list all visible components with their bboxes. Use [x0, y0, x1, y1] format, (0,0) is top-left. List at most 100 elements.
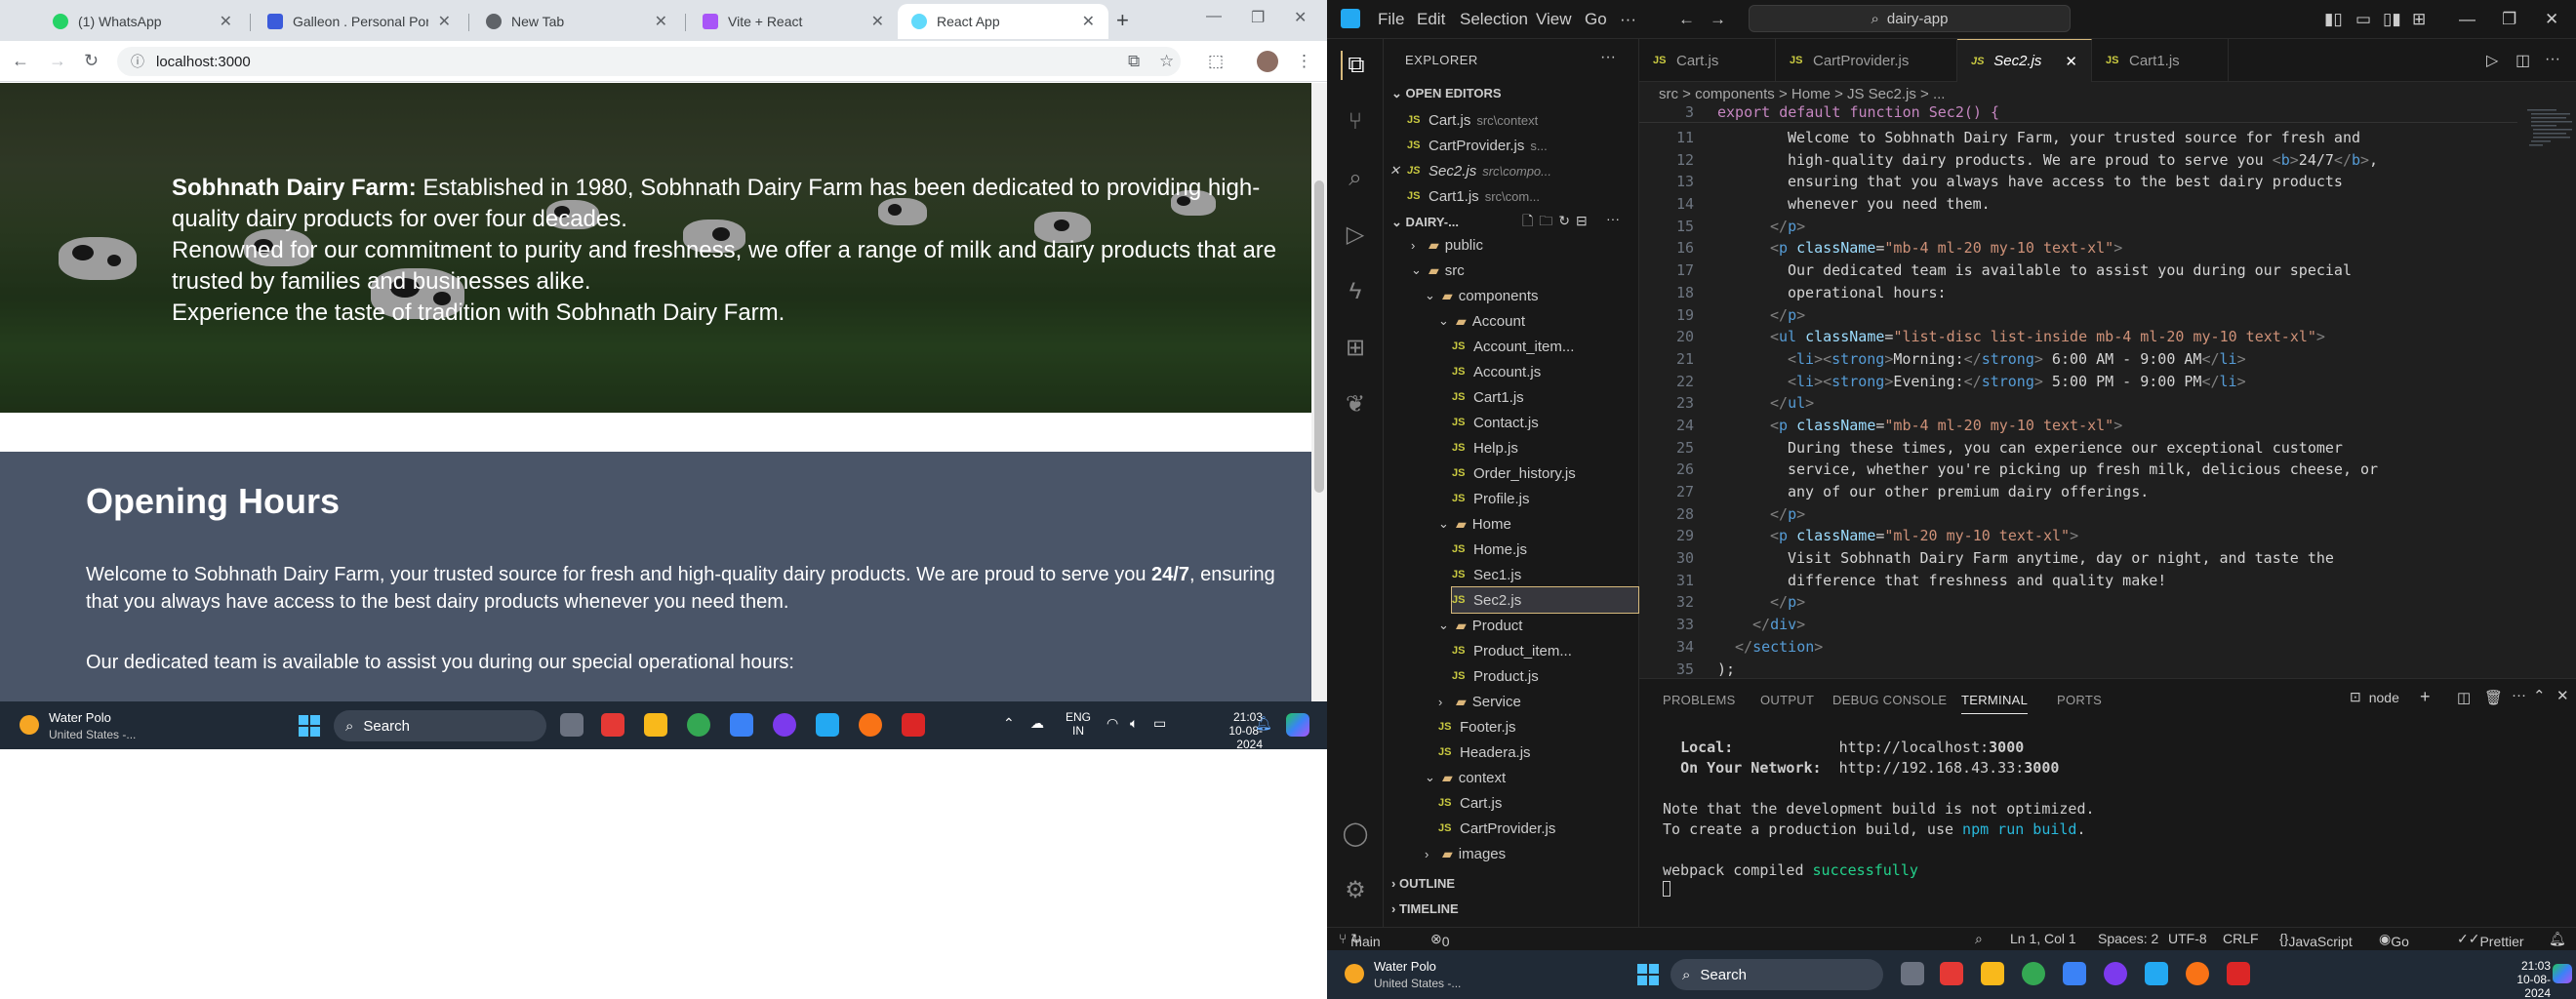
tree-folder[interactable]: ⌄ ▰ Account — [1438, 308, 1638, 334]
code-line[interactable]: 24 <p className="mb-4 ml-20 my-10 text-xl… — [1639, 415, 2576, 437]
tab-vite-react[interactable]: Vite + React ✕ — [689, 4, 898, 39]
file-explorer-icon[interactable] — [1981, 962, 2004, 985]
close-icon[interactable]: ✕ — [220, 12, 232, 31]
notification-bell-icon[interactable]: 🔔︎ — [2549, 931, 2566, 947]
github-icon[interactable] — [773, 713, 796, 737]
tab-whatsapp[interactable]: (1) WhatsApp ✕ — [39, 4, 246, 39]
weather-title[interactable]: Water Polo — [1374, 959, 1436, 974]
editor-tab[interactable]: JS CartProvider.js — [1776, 39, 1957, 82]
split-terminal-icon[interactable]: ◫ — [2457, 689, 2471, 706]
close-window-button[interactable]: ✕ — [2545, 10, 2558, 29]
tree-file[interactable]: JS Home.js — [1452, 537, 1638, 562]
prettier-button[interactable]: ✓✓ Prettier — [2457, 931, 2524, 949]
code-line[interactable]: 21 <li><strong>Morning:</strong> 6:00 AM … — [1639, 348, 2576, 371]
toggle-panel-icon[interactable]: ▭ — [2355, 10, 2371, 29]
maximize-button[interactable]: ❐ — [2502, 10, 2516, 29]
tree-file[interactable]: JS Account_item... — [1452, 334, 1638, 359]
terminal-output[interactable]: Local: http://localhost:3000 On Your Net… — [1663, 738, 2095, 902]
tab-react-app[interactable]: React App ✕ — [898, 4, 1108, 39]
menu-more-icon[interactable]: ··· — [1620, 10, 1636, 29]
github-icon[interactable] — [2104, 962, 2127, 985]
minimize-button[interactable]: — — [2459, 10, 2475, 29]
close-icon[interactable]: ✕ — [438, 12, 451, 31]
code-line[interactable]: 19 </p> — [1639, 304, 2576, 327]
source-control-icon[interactable]: ⑂ — [1341, 107, 1370, 137]
menu-go[interactable]: Go — [1585, 10, 1607, 29]
editor-tab-active[interactable]: JS Sec2.js ✕ — [1957, 39, 2092, 82]
bookmark-star-icon[interactable]: ☆ — [1159, 52, 1174, 71]
explorer-actions-icons[interactable]: 🗋🗀↻⊟ — [1522, 211, 1593, 234]
close-panel-icon[interactable]: ✕ — [2556, 687, 2569, 704]
tree-file[interactable]: JS Sec2.js — [1451, 586, 1639, 614]
chevron-up-icon[interactable]: ⌃ — [1003, 715, 1015, 732]
open-editor-item[interactable]: JS Cart.js src\context — [1407, 107, 1538, 133]
code-line[interactable]: 28 </p> — [1639, 503, 2576, 526]
tree-file[interactable]: JS Cart1.js — [1452, 384, 1638, 410]
minimize-button[interactable]: — — [1206, 8, 1222, 25]
menu-selection[interactable]: Selection — [1460, 10, 1528, 29]
tab-new-tab[interactable]: New Tab ✕ — [472, 4, 681, 39]
code-line[interactable]: 14 whenever you need them. — [1639, 193, 2576, 216]
open-editor-item-active[interactable]: ✕ JS Sec2.js src\compo... — [1389, 158, 1551, 183]
editor-tab[interactable]: JS Cart1.js — [2092, 39, 2229, 82]
tree-folder[interactable]: ⌄ ▰ Product — [1438, 613, 1638, 638]
volume-icon[interactable]: 🔈︎ — [1130, 715, 1138, 732]
code-line[interactable]: 26 service, whether you're picking up fre… — [1639, 459, 2576, 481]
close-icon[interactable]: ✕ — [1082, 12, 1095, 31]
tree-file[interactable]: JS Product_item... — [1452, 638, 1638, 663]
tree-file[interactable]: JS Profile.js — [1452, 486, 1638, 511]
tree-folder[interactable]: ⌄ ▰ src — [1411, 258, 1638, 283]
tree-file[interactable]: JS Product.js — [1452, 663, 1638, 689]
project-header[interactable]: ⌄ DAIRY-... — [1391, 215, 1459, 230]
code-line[interactable]: 32 </p> — [1639, 591, 2576, 614]
close-icon[interactable]: ✕ — [1389, 163, 1401, 179]
tree-file[interactable]: JS Footer.js — [1438, 714, 1638, 739]
zoom-icon[interactable]: ⌕ — [1975, 931, 1983, 947]
branch-indicator[interactable]: ⑂ main ↻ — [1339, 931, 1381, 949]
postman-icon[interactable] — [2186, 962, 2209, 985]
explorer-more-icon[interactable]: ··· — [1600, 49, 1616, 66]
tree-file[interactable]: JS Cart.js — [1438, 790, 1638, 816]
code-line[interactable]: 34 </section> — [1639, 636, 2576, 659]
mail-icon[interactable] — [730, 713, 753, 737]
problems-indicator[interactable]: ⊗ 0 — [1430, 931, 1450, 949]
tab-debug-console[interactable]: DEBUG CONSOLE — [1832, 693, 1947, 707]
chrome-icon[interactable] — [687, 713, 710, 737]
menu-dots-icon[interactable]: ⋮ — [1296, 52, 1312, 71]
code-line[interactable]: 11 Welcome to Sobhnath Dairy Farm, your t… — [1639, 127, 2576, 149]
code-line[interactable]: 18 operational hours: — [1639, 282, 2576, 304]
taskview-icon[interactable] — [1901, 962, 1924, 985]
tree-folder[interactable]: ⌄ ▰ Home — [1438, 511, 1638, 537]
code-line[interactable]: 12 high-quality dairy products. We are pr… — [1639, 149, 2576, 172]
accounts-icon[interactable]: ◯ — [1341, 819, 1370, 849]
tree-folder[interactable]: › ▰ public — [1411, 232, 1638, 258]
install-icon[interactable]: ⧉ — [1128, 52, 1140, 71]
tree-file[interactable]: JS Contact.js — [1452, 410, 1638, 435]
close-icon[interactable]: ✕ — [655, 12, 667, 31]
tab-terminal[interactable]: TERMINAL — [1961, 693, 2029, 714]
copilot-icon[interactable] — [2553, 964, 2572, 983]
explorer-more-icon[interactable]: ··· — [1606, 211, 1620, 226]
clock[interactable]: 21:03 10-08-2024 — [2492, 959, 2551, 999]
code-line[interactable]: 31 difference that freshness and quality … — [1639, 570, 2576, 592]
indentation[interactable]: Spaces: 2 — [2098, 931, 2158, 946]
encoding[interactable]: UTF-8 — [2168, 931, 2207, 946]
language-indicator[interactable]: ENG IN — [1066, 710, 1091, 738]
windows-start-icon[interactable] — [1637, 964, 1659, 985]
search-icon[interactable]: ⌕ — [1341, 164, 1370, 193]
code-line[interactable]: 30 Visit Sobhnath Dairy Farm anytime, day… — [1639, 547, 2576, 570]
explorer-icon[interactable]: ⧉ — [1341, 51, 1370, 80]
tree-file[interactable]: JS Order_history.js — [1452, 460, 1638, 486]
more-actions-icon[interactable]: ··· — [2545, 51, 2560, 68]
code-line[interactable]: 27 any of our other premium dairy offerin… — [1639, 481, 2576, 503]
timeline-header[interactable]: › TIMELINE — [1391, 901, 1459, 916]
close-window-button[interactable]: ✕ — [1294, 8, 1307, 27]
extensions-icon[interactable]: ⊞ — [1341, 334, 1370, 363]
code-line[interactable]: 33 </div> — [1639, 614, 2576, 636]
notification-bell-icon[interactable]: 🔔︎ — [1255, 715, 1272, 732]
code-line[interactable]: 25 During these times, you can experience… — [1639, 437, 2576, 460]
snipping-tool-icon[interactable] — [2227, 962, 2250, 985]
editor-tab[interactable]: JS Cart.js — [1639, 39, 1776, 82]
minimap[interactable] — [2527, 107, 2576, 224]
tree-folder[interactable]: ⌄ ▰ components — [1425, 283, 1638, 308]
